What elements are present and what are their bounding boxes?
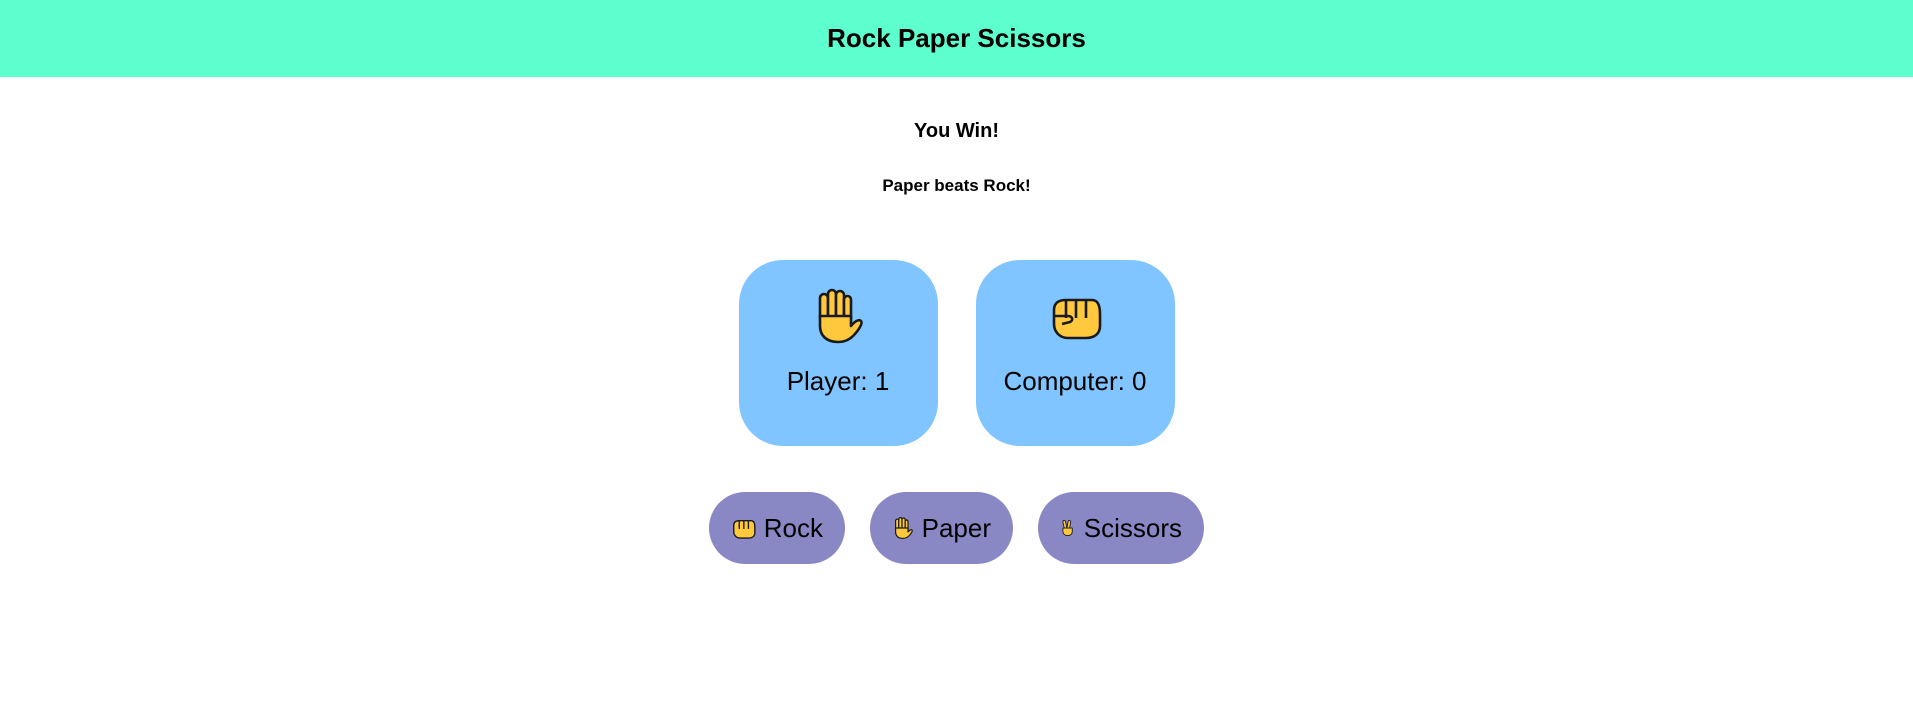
raised-hand-icon [811, 288, 865, 344]
page-title: Rock Paper Scissors [827, 23, 1086, 53]
rock-button[interactable]: Rock [709, 492, 845, 564]
player-card: Player: 1 [738, 260, 938, 446]
computer-score: Computer: 0 [1003, 366, 1147, 396]
player-score: Player: 1 [786, 366, 890, 396]
scissors-button[interactable]: Scissors [1038, 492, 1204, 564]
header-bar: Rock Paper Scissors [0, 0, 1913, 77]
computer-card: Computer: 0 [975, 260, 1175, 446]
result-detail: Paper beats Rock! [882, 176, 1031, 195]
fist-icon [731, 514, 756, 542]
score-cards: Player: 1 Computer: 0 [0, 260, 1913, 446]
result-message: You Win! [914, 120, 999, 142]
victory-hand-icon [1060, 514, 1076, 542]
rock-label: Rock [763, 512, 823, 543]
choice-buttons: Rock Paper Scissors [0, 492, 1913, 564]
raised-hand-icon [892, 514, 914, 542]
fist-icon [1048, 288, 1102, 344]
paper-button[interactable]: Paper [870, 492, 1013, 564]
scissors-label: Scissors [1083, 512, 1182, 543]
paper-label: Paper [921, 512, 991, 543]
